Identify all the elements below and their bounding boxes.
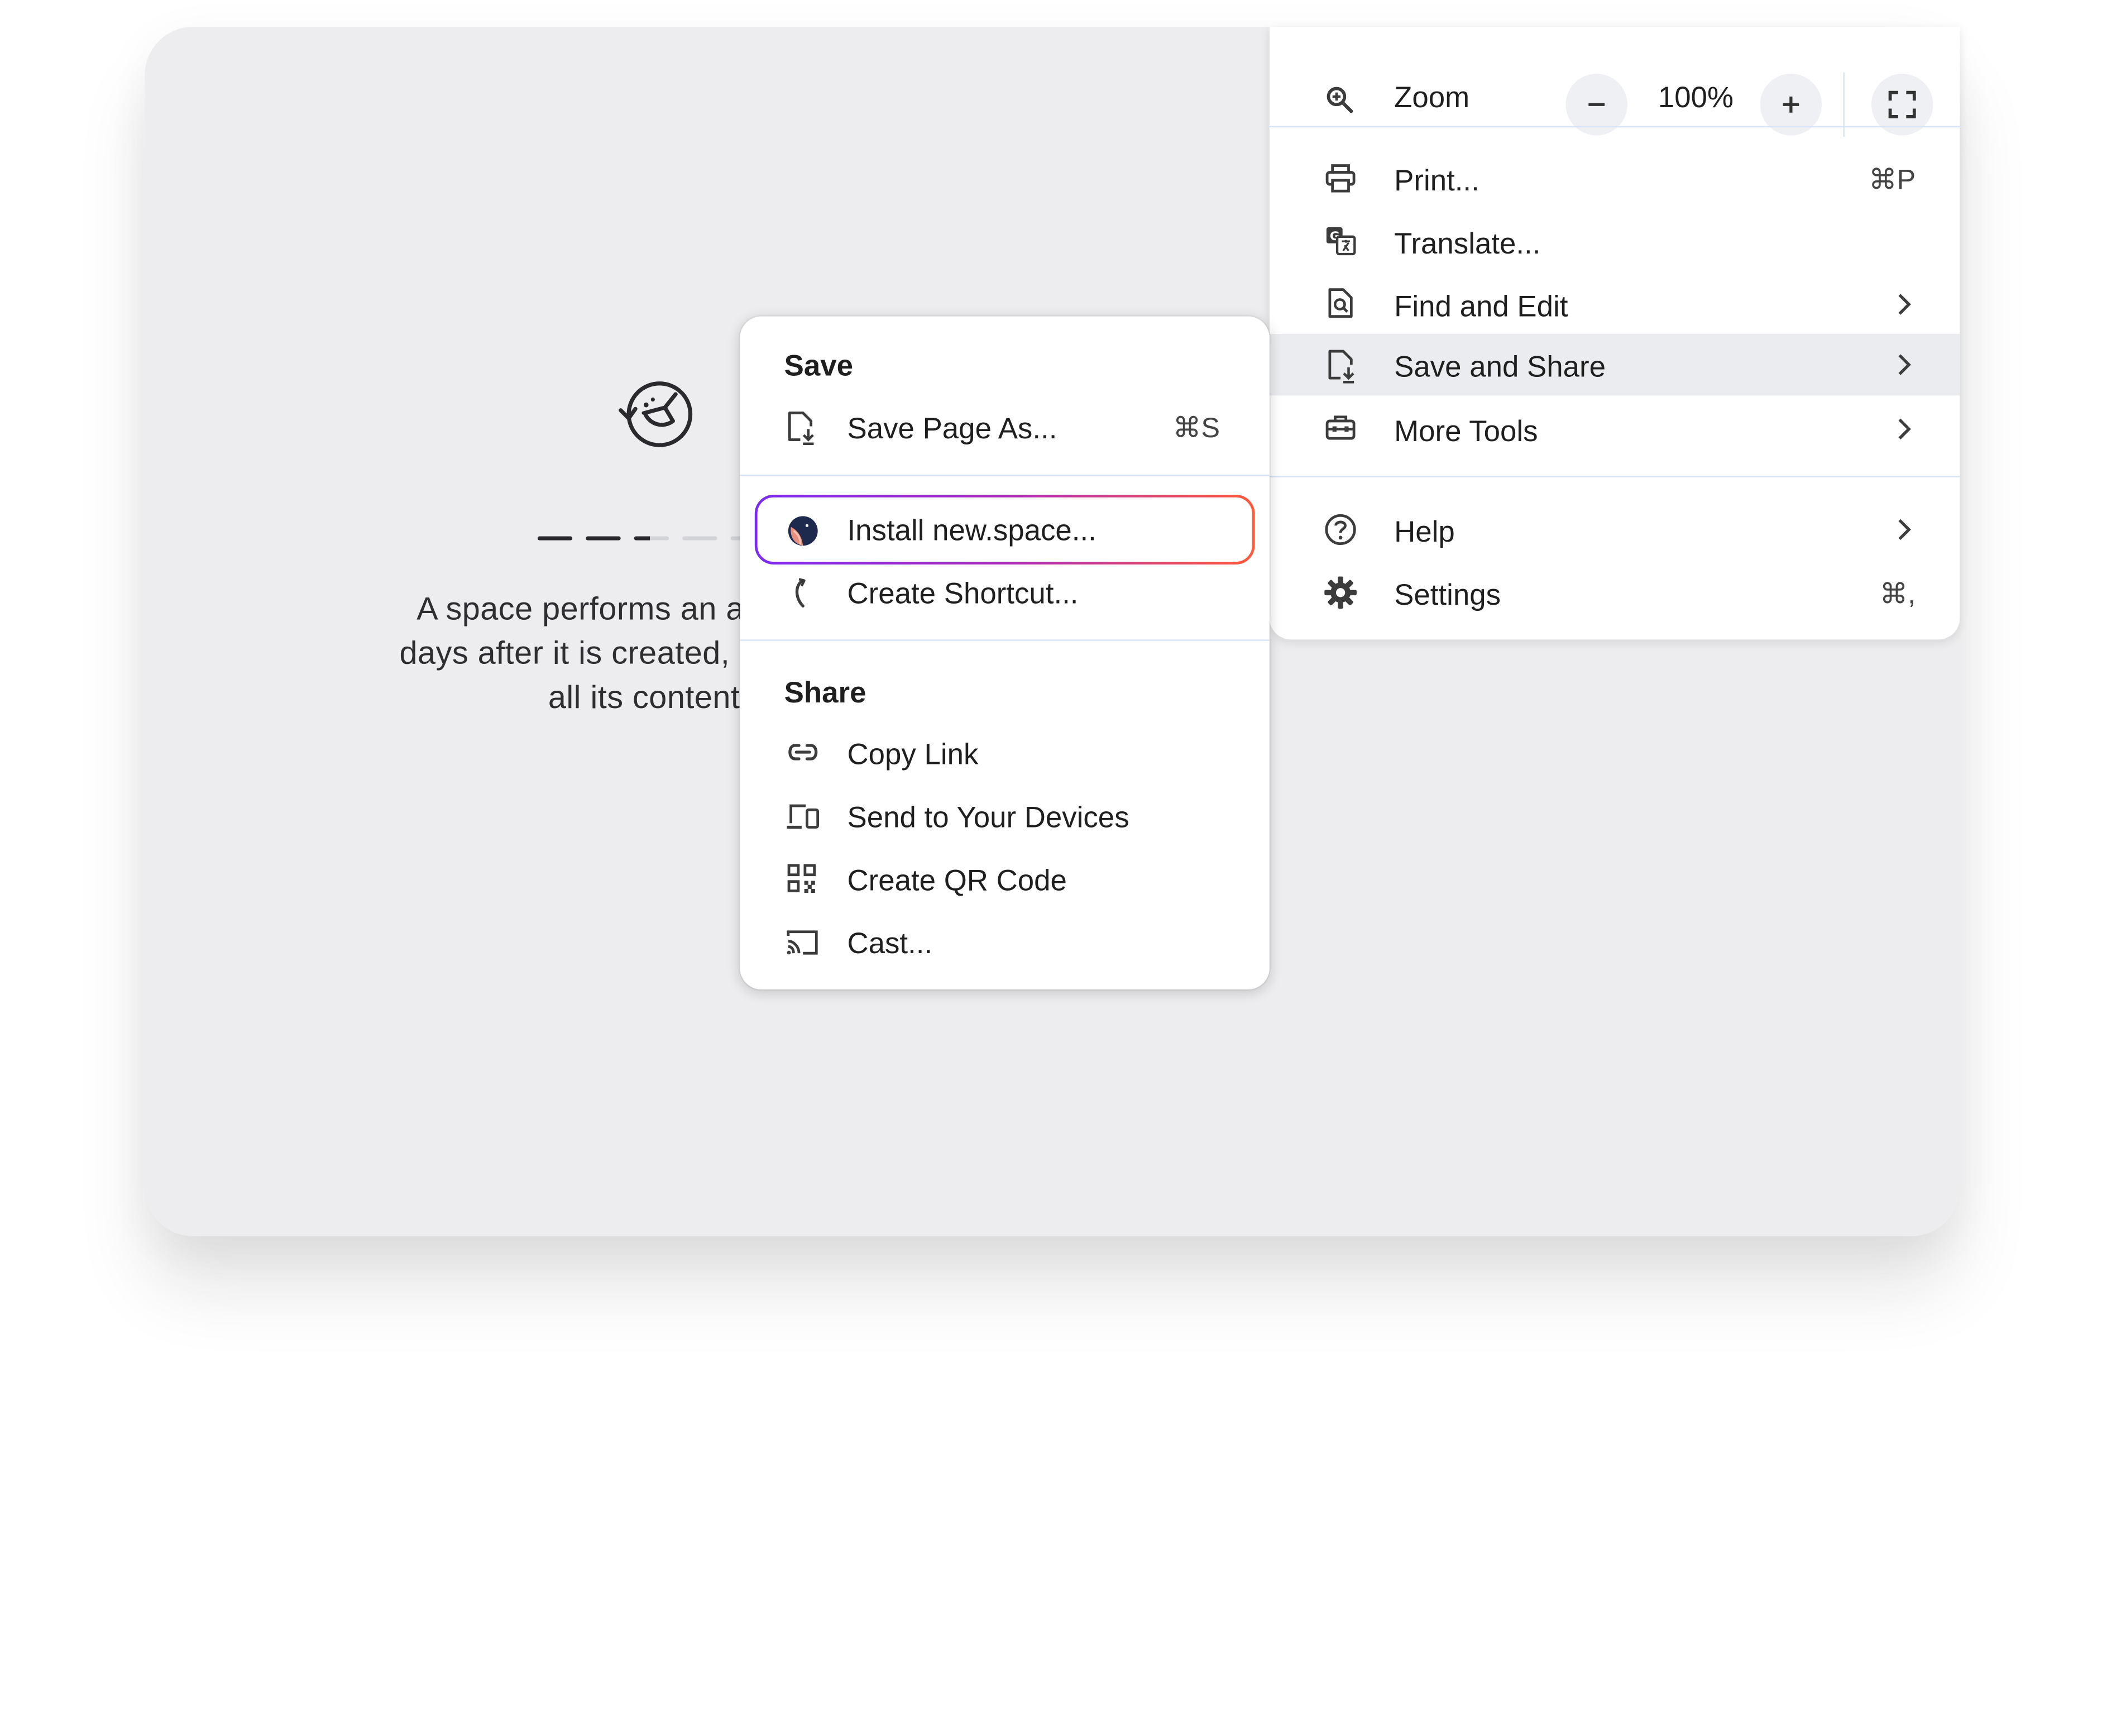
- toolbox-icon: [1325, 415, 1356, 440]
- menu-item-print[interactable]: Print... ⌘P: [1270, 147, 1960, 209]
- submenu-divider: [740, 639, 1270, 641]
- shortcut-icon: [795, 578, 806, 608]
- zoom-row: Zoom 100%: [1270, 48, 1960, 150]
- menu-item-label: Save and Share: [1394, 350, 1606, 384]
- create-shortcut-item[interactable]: Create Shortcut...: [740, 562, 1269, 623]
- menu-item-more-tools[interactable]: More Tools: [1270, 398, 1960, 460]
- progress-segment: [586, 536, 621, 541]
- menu-item-label: Help: [1394, 515, 1455, 549]
- progress-segment: [682, 536, 717, 541]
- menu-item-label: Find and Edit: [1394, 289, 1568, 323]
- cast-item[interactable]: Cast...: [740, 912, 1269, 973]
- plus-icon: [1783, 96, 1799, 113]
- submenu-item-label: Cast...: [847, 926, 933, 960]
- menu-item-find-and-edit[interactable]: Find and Edit: [1270, 274, 1960, 335]
- progress-segment: [537, 536, 573, 541]
- devices-icon: [787, 804, 820, 829]
- submenu-divider: [740, 474, 1270, 476]
- save-page-icon: [788, 412, 814, 446]
- gear-icon: [1324, 576, 1357, 609]
- submenu-item-label: Copy Link: [847, 737, 979, 771]
- menu-divider: [1269, 126, 1960, 128]
- menu-divider: [1269, 476, 1960, 477]
- zoom-icon: [1327, 87, 1353, 113]
- fullscreen-icon: [1888, 90, 1916, 118]
- install-new-space-item[interactable]: Install new.space...: [740, 499, 1269, 560]
- send-to-devices-item[interactable]: Send to Your Devices: [740, 786, 1269, 847]
- qr-code-icon: [787, 864, 816, 893]
- menu-item-label: Print...: [1394, 163, 1479, 197]
- shortcut-text: ⌘S: [1172, 413, 1220, 444]
- chevron-right-icon: [1898, 418, 1911, 440]
- menu-item-label: More Tools: [1394, 414, 1538, 448]
- save-heading: Save: [784, 348, 854, 382]
- chevron-right-icon: [1898, 354, 1911, 375]
- menu-item-save-and-share[interactable]: Save and Share: [1269, 333, 1960, 396]
- submenu-item-label: Create Shortcut...: [847, 576, 1079, 610]
- shortcut-text: ⌘P: [1869, 165, 1916, 196]
- copy-link-item[interactable]: Copy Link: [740, 723, 1269, 784]
- onboarding-progress: [537, 536, 771, 542]
- progress-segment: [634, 536, 669, 541]
- submenu-item-label: Send to Your Devices: [847, 800, 1129, 834]
- submenu-item-label: Create QR Code: [847, 863, 1067, 897]
- share-heading: Share: [784, 676, 866, 710]
- submenu-item-label: Save Page As...: [847, 412, 1057, 446]
- menu-item-translate[interactable]: G Translate...: [1270, 211, 1960, 272]
- menu-item-settings[interactable]: Settings ⌘,: [1270, 562, 1960, 623]
- menu-item-label: Translate...: [1394, 226, 1541, 260]
- menu-item-help[interactable]: Help: [1270, 499, 1960, 560]
- shortcut-text: ⌘,: [1879, 579, 1916, 610]
- save-page-as-item[interactable]: Save Page As... ⌘S: [740, 397, 1269, 458]
- zoom-value: 100%: [1658, 80, 1734, 114]
- submenu-item-label: Install new.space...: [847, 513, 1097, 547]
- browser-menu: Zoom 100% Print... ⌘P G Translate... Fin…: [1269, 27, 1960, 640]
- save-and-share-submenu: Save Save Page As... ⌘S Install new.spac…: [740, 316, 1270, 990]
- new-space-logo-icon: [788, 516, 818, 546]
- chevron-right-icon: [1898, 519, 1911, 541]
- printer-icon: [1325, 164, 1356, 193]
- auto-cleanup-icon: [619, 381, 693, 447]
- find-icon: [1328, 288, 1353, 318]
- cast-icon: [787, 930, 818, 955]
- save-share-icon: [1328, 350, 1354, 384]
- translate-icon: G: [1326, 227, 1356, 256]
- create-qr-code-item[interactable]: Create QR Code: [740, 849, 1269, 910]
- link-icon: [788, 744, 818, 761]
- chevron-right-icon: [1898, 294, 1911, 315]
- minus-icon: [1588, 103, 1605, 106]
- menu-item-label: Settings: [1394, 577, 1501, 611]
- zoom-label: Zoom: [1394, 80, 1470, 114]
- help-icon: [1325, 514, 1356, 546]
